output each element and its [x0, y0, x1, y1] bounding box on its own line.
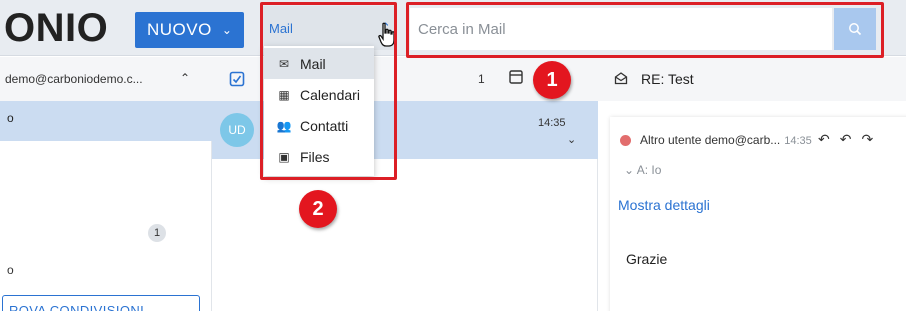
- account-row[interactable]: demo@carboniodemo.c... ⌃: [0, 57, 212, 101]
- app-logo: ONIO: [4, 6, 109, 50]
- search-button[interactable]: [834, 8, 876, 50]
- file-icon: ▣: [278, 149, 290, 164]
- reply-all-icon[interactable]: ↶: [840, 131, 862, 147]
- sidebar-item-label[interactable]: o: [7, 263, 14, 277]
- contacts-icon: 👥: [276, 118, 292, 133]
- message-time: 14:35: [538, 117, 566, 129]
- account-email: demo@carboniodemo.c...: [5, 72, 143, 86]
- menu-item-files[interactable]: ▣ Files: [264, 141, 374, 172]
- avatar: UD: [220, 113, 254, 147]
- hand-cursor-icon: [378, 22, 395, 47]
- message-view: Altro utente demo@carb... 14:35 ↶↶↷ ⌄ A: …: [610, 117, 906, 311]
- reply-icon[interactable]: ↶: [818, 131, 840, 147]
- forward-icon[interactable]: ↷: [861, 131, 883, 147]
- menu-item-label: Contatti: [300, 117, 349, 134]
- show-details-link[interactable]: Mostra dettagli: [618, 197, 710, 213]
- calendar-icon: ▦: [278, 87, 290, 102]
- envelope-icon: ✉: [278, 56, 290, 71]
- sidebar-item-label: o: [7, 111, 14, 125]
- search-icon: [849, 23, 862, 36]
- module-selector[interactable]: Mail ⌃: [262, 6, 396, 50]
- message-count: 1: [478, 72, 485, 86]
- unread-count-badge: 1: [148, 224, 166, 242]
- find-shares-button[interactable]: ROVA CONDIVISIONI: [2, 295, 200, 311]
- reading-pane: RE: Test Altro utente demo@carb... 14:35 …: [598, 57, 906, 311]
- sender-time: 14:35: [784, 135, 812, 147]
- reading-pane-header: RE: Test: [598, 57, 906, 101]
- sender-line: Altro utente demo@carb... 14:35: [640, 133, 812, 147]
- sender-name: Altro utente demo@carb...: [640, 133, 781, 147]
- collapse-icon[interactable]: ⌃: [180, 71, 190, 85]
- top-bar: ONIO NUOVO ⌄ Mail ⌃: [0, 0, 906, 56]
- chevron-down-icon: ⌄: [221, 23, 233, 37]
- select-all-icon[interactable]: [229, 71, 245, 87]
- menu-item-mail[interactable]: ✉ Mail: [264, 48, 374, 79]
- menu-item-contacts[interactable]: 👥 Contatti: [264, 110, 374, 141]
- folder-sidebar: demo@carboniodemo.c... ⌃ o 1 o ROVA COND…: [0, 57, 212, 311]
- message-actions: ↶↶↷: [818, 131, 883, 148]
- sender-avatar: [620, 135, 631, 146]
- message-body: Grazie: [626, 251, 668, 267]
- module-selector-value: Mail: [269, 21, 293, 36]
- search-input[interactable]: [410, 8, 832, 50]
- step-badge-2: 2: [299, 190, 337, 228]
- menu-item-label: Files: [300, 148, 330, 165]
- menu-item-label: Mail: [300, 55, 326, 72]
- layout-icon[interactable]: [508, 69, 524, 85]
- new-button[interactable]: NUOVO ⌄: [135, 12, 244, 48]
- menu-item-label: Calendari: [300, 86, 360, 103]
- new-button-label: NUOVO: [147, 20, 212, 39]
- menu-item-calendars[interactable]: ▦ Calendari: [264, 79, 374, 110]
- module-dropdown-menu: ✉ Mail ▦ Calendari 👥 Contatti ▣ Files: [264, 46, 374, 176]
- sidebar-item-selected-folder[interactable]: o: [0, 101, 212, 141]
- open-envelope-icon: [614, 72, 628, 85]
- step-badge-1: 1: [533, 61, 571, 99]
- chevron-down-icon[interactable]: ⌄: [567, 133, 576, 146]
- message-subject: RE: Test: [641, 71, 694, 87]
- recipients-line[interactable]: ⌄ A: Io: [624, 163, 661, 177]
